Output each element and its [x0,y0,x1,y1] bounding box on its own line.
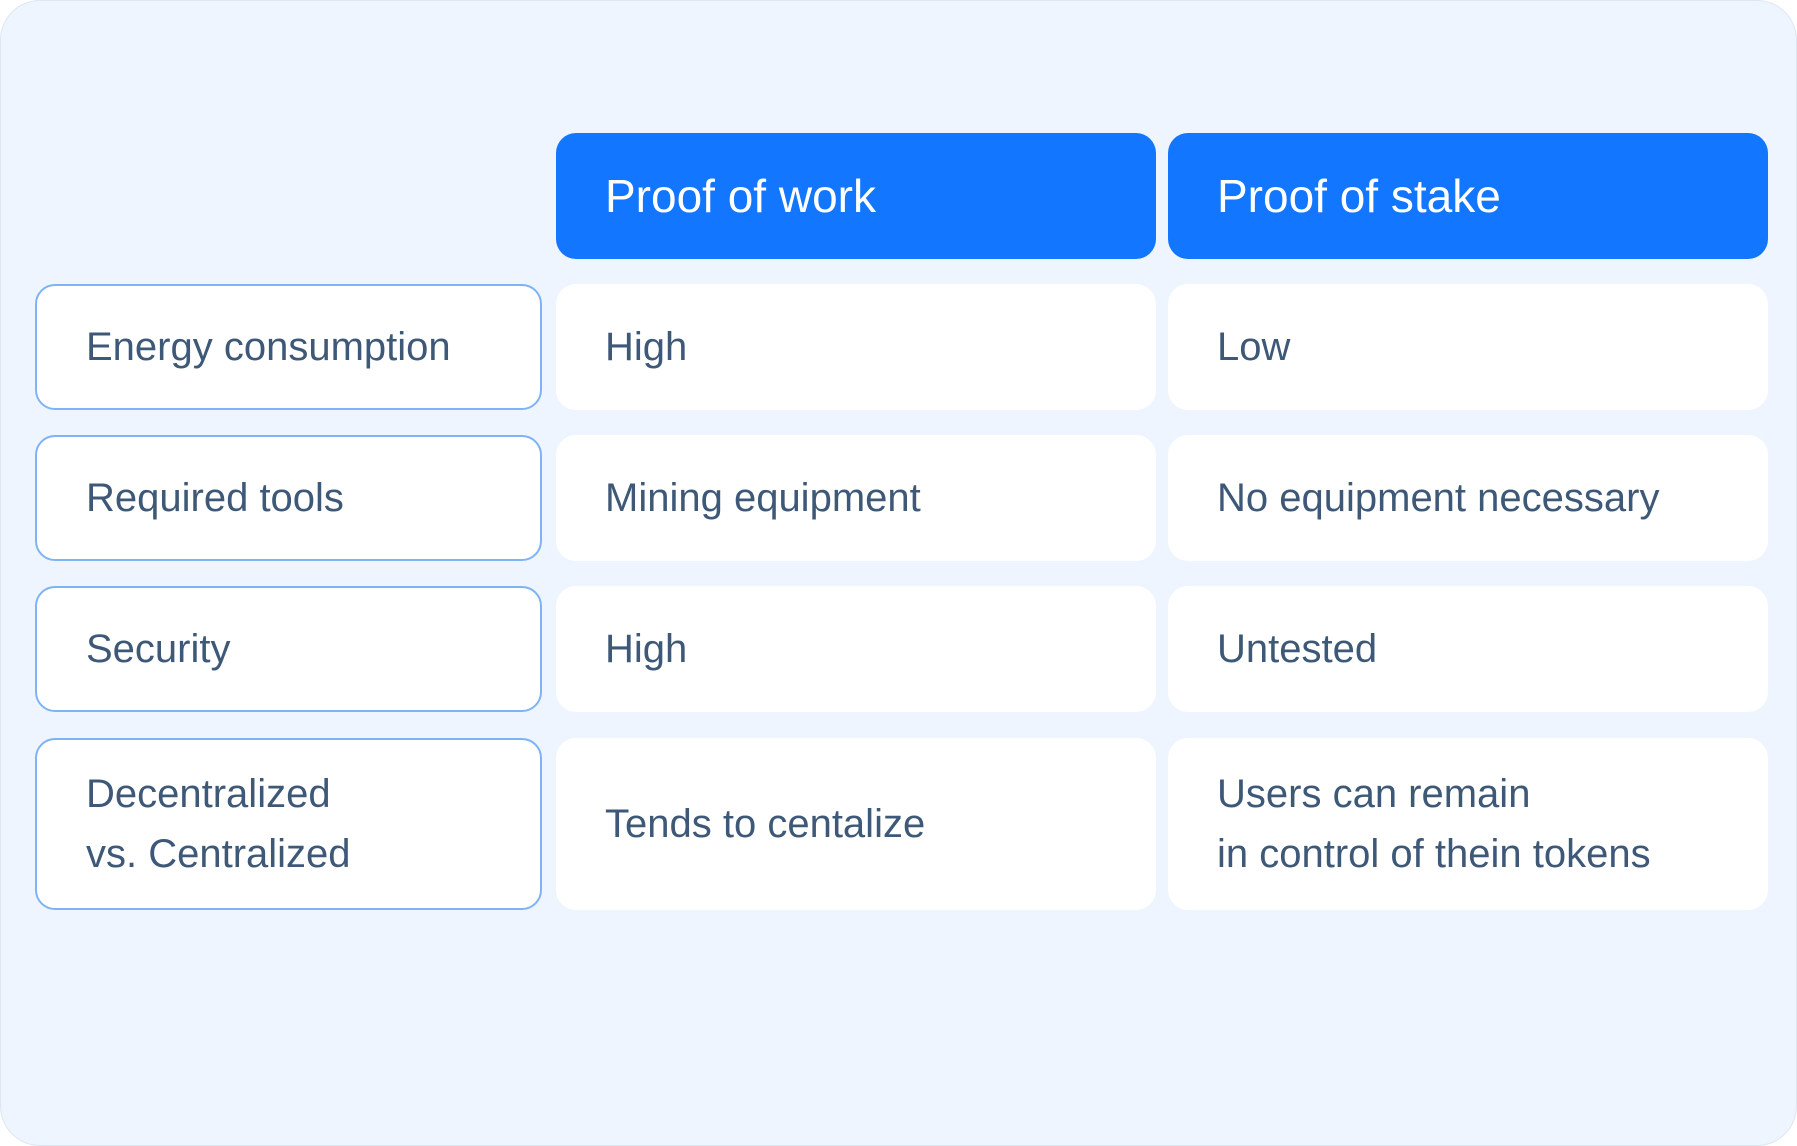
cell-pos-security: Untested [1168,586,1768,712]
cell-pos-energy: Low [1168,284,1768,410]
cell-pow-energy: High [556,284,1156,410]
row-label-text: Required tools [86,476,344,520]
column-header-proof-of-stake: Proof of stake [1168,133,1768,259]
row-label-text: Energy consumption [86,325,451,369]
cell-text: Untested [1217,627,1378,671]
comparison-card: Proof of work Proof of stake Energy cons… [0,0,1797,1146]
cell-pow-security: High [556,586,1156,712]
cell-pow-tools: Mining equipment [556,435,1156,561]
row-label-required-tools: Required tools [35,435,542,561]
cell-text: No equipment necessary [1217,476,1660,520]
cell-pos-decentralization: Users can remain in control of thein tok… [1168,738,1768,910]
cell-pow-decentralization: Tends to centalize [556,738,1156,910]
cell-pos-tools: No equipment necessary [1168,435,1768,561]
cell-text: Users can remain in control of thein tok… [1217,772,1651,876]
row-label-energy-consumption: Energy consumption [35,284,542,410]
cell-text: Low [1217,325,1291,369]
row-label-security: Security [35,586,542,712]
column-header-proof-of-work: Proof of work [556,133,1156,259]
cell-text: Mining equipment [605,476,921,520]
cell-text: High [605,627,688,671]
cell-text: Tends to centalize [605,802,926,846]
column-header-label: Proof of work [605,170,876,222]
row-label-text: Security [86,627,231,671]
column-header-label: Proof of stake [1217,170,1501,222]
cell-text: High [605,325,688,369]
row-label-text: Decentralized vs. Centralized [86,772,351,876]
row-label-decentralization: Decentralized vs. Centralized [35,738,542,910]
